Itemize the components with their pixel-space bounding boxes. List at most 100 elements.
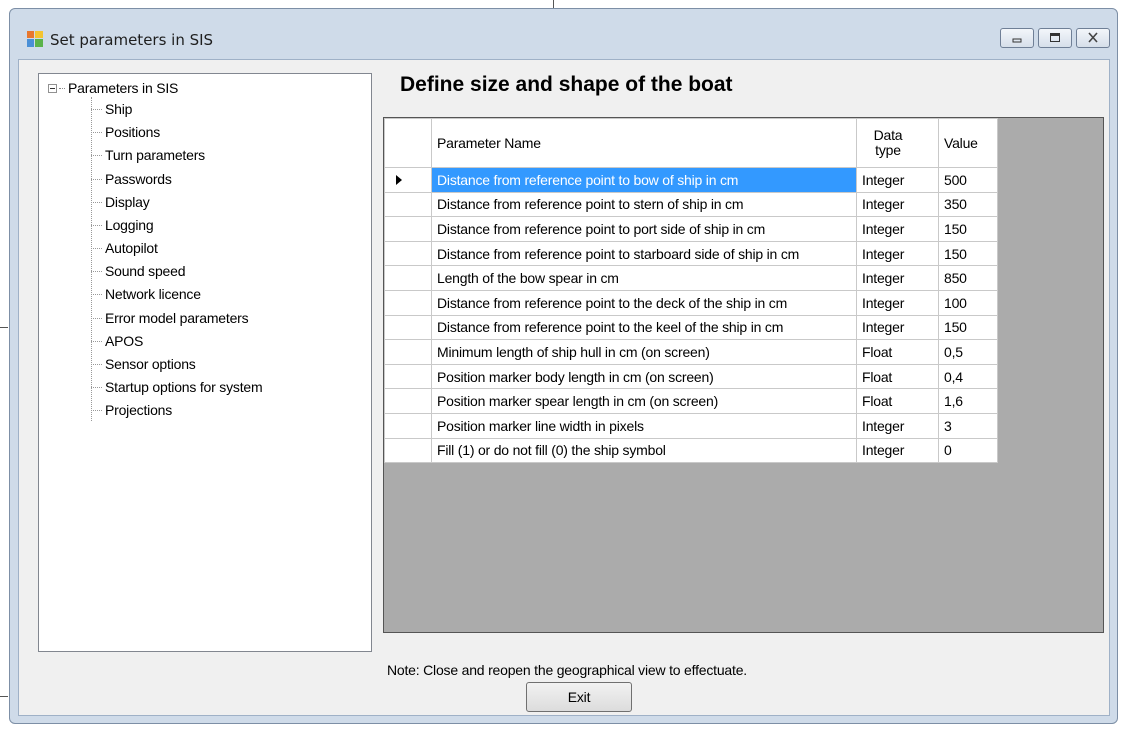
- tree-item-ship[interactable]: Ship: [91, 98, 132, 120]
- parameter-name-cell[interactable]: Distance from reference point to stern o…: [431, 191, 857, 218]
- table-row[interactable]: Minimum length of ship hull in cm (on sc…: [384, 339, 998, 365]
- tree-item-label: Network licence: [105, 286, 201, 302]
- minimize-button[interactable]: [1000, 28, 1034, 48]
- column-header-parameter-name[interactable]: Parameter Name: [431, 118, 857, 168]
- parameter-name-cell[interactable]: Position marker line width in pixels: [431, 412, 857, 439]
- data-type-cell[interactable]: Integer: [856, 289, 939, 316]
- tree-connector: [91, 317, 102, 319]
- column-header-data-type[interactable]: Data type: [856, 118, 939, 168]
- table-row[interactable]: Distance from reference point to starboa…: [384, 240, 998, 267]
- value-cell[interactable]: 350: [938, 191, 998, 218]
- table-row[interactable]: Length of the bow spear in cm Integer 85…: [384, 265, 998, 291]
- row-header[interactable]: [384, 314, 432, 341]
- data-type-cell[interactable]: Integer: [856, 240, 939, 267]
- note-text: Note: Close and reopen the geographical …: [387, 662, 747, 678]
- collapse-icon[interactable]: [48, 83, 57, 93]
- value-cell[interactable]: 150: [938, 240, 998, 267]
- value-cell[interactable]: 0,4: [938, 363, 998, 390]
- parameter-name-cell[interactable]: Distance from reference point to the kee…: [431, 314, 857, 341]
- parameter-tree[interactable]: Parameters in SIS Ship Positions Turn pa…: [38, 73, 372, 652]
- row-header[interactable]: [384, 265, 432, 291]
- table-row[interactable]: Position marker body length in cm (on sc…: [384, 363, 998, 390]
- tree-item-apos[interactable]: APOS: [91, 330, 143, 352]
- tree-item-label: Display: [105, 194, 150, 210]
- screen-tick: [553, 0, 554, 8]
- table-row[interactable]: Distance from reference point to the dec…: [384, 289, 998, 316]
- row-header[interactable]: [384, 240, 432, 267]
- tree-item-label: Turn parameters: [105, 147, 205, 163]
- table-row[interactable]: Fill (1) or do not fill (0) the ship sym…: [384, 437, 998, 464]
- data-type-cell[interactable]: Integer: [856, 412, 939, 439]
- parameter-name-cell[interactable]: Distance from reference point to starboa…: [431, 240, 857, 267]
- tree-item-logging[interactable]: Logging: [91, 214, 154, 236]
- data-type-cell[interactable]: Integer: [856, 191, 939, 218]
- parameter-name-cell[interactable]: Distance from reference point to port si…: [431, 216, 857, 242]
- tree-item-turn-parameters[interactable]: Turn parameters: [91, 144, 205, 166]
- tree-connector: [59, 87, 65, 89]
- value-cell[interactable]: 0: [938, 437, 998, 464]
- exit-button[interactable]: Exit: [526, 682, 632, 712]
- tree-connector: [91, 178, 102, 180]
- data-type-cell[interactable]: Integer: [856, 314, 939, 341]
- tree-item-display[interactable]: Display: [91, 191, 150, 213]
- tree-item-positions[interactable]: Positions: [91, 121, 160, 143]
- table-row[interactable]: Distance from reference point to port si…: [384, 216, 998, 242]
- row-header[interactable]: [384, 289, 432, 316]
- value-cell[interactable]: 100: [938, 289, 998, 316]
- row-header[interactable]: [384, 388, 432, 414]
- tree-item-network-licence[interactable]: Network licence: [91, 283, 201, 305]
- table-row[interactable]: Distance from reference point to the kee…: [384, 314, 998, 341]
- data-type-cell[interactable]: Float: [856, 363, 939, 390]
- tree-item-error-model-parameters[interactable]: Error model parameters: [91, 307, 249, 329]
- value-cell[interactable]: 0,5: [938, 339, 998, 365]
- parameter-name-cell[interactable]: Position marker body length in cm (on sc…: [431, 363, 857, 390]
- table-row[interactable]: Position marker line width in pixels Int…: [384, 412, 998, 439]
- parameter-grid[interactable]: Parameter Name Data type Value Distance …: [383, 117, 1104, 633]
- column-header-value[interactable]: Value: [938, 118, 998, 168]
- tree-item-sensor-options[interactable]: Sensor options: [91, 353, 196, 375]
- tree-item-startup-options[interactable]: Startup options for system: [91, 376, 263, 398]
- tree-item-sound-speed[interactable]: Sound speed: [91, 260, 186, 282]
- row-header[interactable]: [384, 437, 432, 464]
- row-header[interactable]: [384, 412, 432, 439]
- row-header-corner[interactable]: [384, 118, 432, 168]
- value-cell[interactable]: 150: [938, 314, 998, 341]
- tree-item-projections[interactable]: Projections: [91, 399, 172, 421]
- table-row[interactable]: Distance from reference point to bow of …: [384, 167, 998, 193]
- data-type-cell[interactable]: Float: [856, 388, 939, 414]
- data-type-cell[interactable]: Integer: [856, 437, 939, 464]
- row-header[interactable]: [384, 191, 432, 218]
- close-icon: [1088, 32, 1098, 43]
- tree-item-autopilot[interactable]: Autopilot: [91, 237, 158, 259]
- value-cell[interactable]: 3: [938, 412, 998, 439]
- table-row[interactable]: Distance from reference point to stern o…: [384, 191, 998, 218]
- close-button[interactable]: [1076, 28, 1110, 48]
- data-type-cell[interactable]: Integer: [856, 216, 939, 242]
- data-type-cell[interactable]: Integer: [856, 265, 939, 291]
- value-cell[interactable]: 500: [938, 167, 998, 193]
- parameter-name-cell[interactable]: Length of the bow spear in cm: [431, 265, 857, 291]
- parameter-name-cell[interactable]: Minimum length of ship hull in cm (on sc…: [431, 339, 857, 365]
- data-type-cell[interactable]: Float: [856, 339, 939, 365]
- title-bar[interactable]: Set parameters in SIS: [10, 9, 1117, 59]
- parameter-name-cell[interactable]: Fill (1) or do not fill (0) the ship sym…: [431, 437, 857, 464]
- row-header[interactable]: [384, 216, 432, 242]
- dialog-window: Set parameters in SIS Parameters in SIS …: [9, 8, 1118, 724]
- row-header[interactable]: [384, 167, 432, 193]
- tree-root[interactable]: Parameters in SIS: [48, 80, 178, 96]
- app-icon: [27, 31, 43, 47]
- parameter-name-cell[interactable]: Distance from reference point to the dec…: [431, 289, 857, 316]
- maximize-button[interactable]: [1038, 28, 1072, 48]
- row-header[interactable]: [384, 363, 432, 390]
- parameter-name-cell[interactable]: Distance from reference point to bow of …: [431, 167, 857, 193]
- tree-item-passwords[interactable]: Passwords: [91, 168, 172, 190]
- data-type-cell[interactable]: Integer: [856, 167, 939, 193]
- parameter-name-cell[interactable]: Position marker spear length in cm (on s…: [431, 388, 857, 414]
- value-cell[interactable]: 1,6: [938, 388, 998, 414]
- table-row[interactable]: Position marker spear length in cm (on s…: [384, 388, 998, 414]
- value-cell[interactable]: 850: [938, 265, 998, 291]
- value-cell[interactable]: 150: [938, 216, 998, 242]
- tree-item-label: Autopilot: [105, 240, 158, 256]
- tree-connector: [91, 340, 102, 342]
- row-header[interactable]: [384, 339, 432, 365]
